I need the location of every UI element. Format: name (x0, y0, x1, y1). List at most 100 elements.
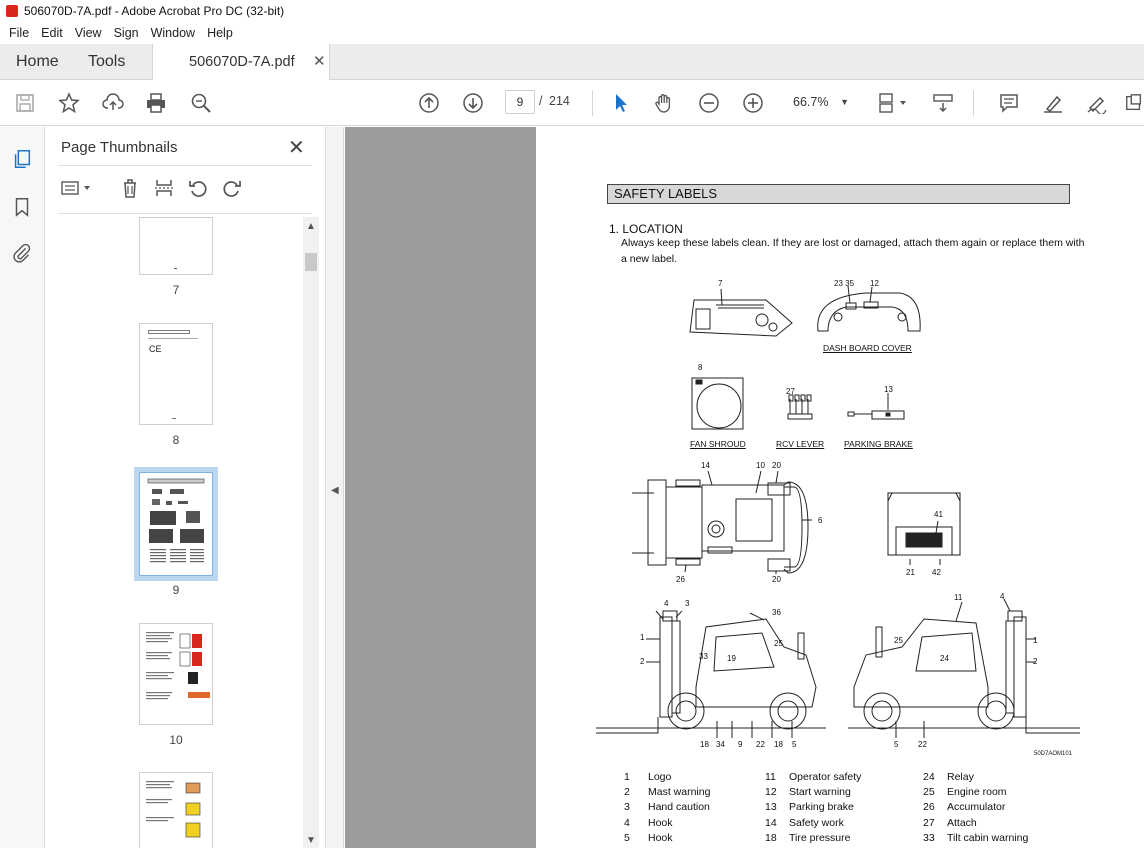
figure-code: 50D7AOM101 (1034, 751, 1073, 757)
legend-row: 2 Mast warning (624, 786, 711, 799)
thumbnail-label: 9 (172, 583, 180, 597)
title-bar: 506070D-7A.pdf - Adobe Acrobat Pro DC (3… (0, 0, 1144, 22)
delete-page-icon[interactable] (118, 175, 142, 201)
options-menu-icon[interactable] (60, 175, 94, 201)
bookmark-icon[interactable] (10, 195, 34, 219)
diagram-label: RCV LEVER (776, 439, 825, 449)
close-panel-icon[interactable]: ✕ (288, 135, 305, 160)
scroll-down-icon[interactable]: ▼ (306, 835, 316, 846)
callout-number: 9 (738, 740, 743, 749)
more-tools-icon[interactable] (1124, 90, 1144, 116)
callout-number: 36 (772, 608, 781, 617)
rotate-clockwise-icon[interactable] (220, 175, 244, 201)
legend-column: 1 Logo 2 Mast warning 3 Hand caution 4 Hook … (622, 771, 710, 847)
page-separator: / (539, 94, 543, 108)
callout-number: 11 (954, 593, 963, 602)
callout-number: 5 (792, 740, 797, 749)
callout-number: 2 (1033, 657, 1038, 666)
menu-help[interactable]: Help (202, 26, 238, 40)
thumbnail-page[interactable] (139, 623, 213, 725)
menu-view[interactable]: View (70, 26, 107, 40)
menu-file[interactable]: File (4, 26, 34, 40)
highlight-pen-icon[interactable] (1040, 90, 1066, 116)
main-toolbar: 9 / 214 66.7% ▼ (0, 80, 1144, 126)
callout-number: 41 (934, 510, 943, 519)
thumbnail-page-selected[interactable] (134, 467, 218, 581)
comment-icon[interactable] (996, 90, 1022, 116)
tab-document[interactable]: 506070D-7A.pdf ✕ (152, 44, 330, 81)
menu-sign[interactable]: Sign (109, 26, 144, 40)
callout-number: 33 (699, 652, 708, 661)
attachment-paperclip-icon[interactable] (10, 241, 34, 265)
thumbnail-list: 7 CE 8 9 10 (46, 217, 308, 848)
page-fit-icon[interactable] (874, 90, 912, 116)
zoom-out-icon[interactable] (696, 90, 722, 116)
select-cursor-icon[interactable] (608, 90, 634, 116)
legend-row: 25 Engine room (923, 786, 1007, 799)
zoom-in-icon[interactable] (740, 90, 766, 116)
tab-document-label: 506070D-7A.pdf (189, 54, 295, 70)
legend-row: 5 Hook (624, 831, 673, 844)
thumbnail-page[interactable] (139, 217, 213, 275)
callout-number: 42 (932, 568, 941, 577)
callout-number: 1 (640, 633, 645, 642)
callout-number: 12 (870, 279, 879, 288)
acrobat-logo-icon (6, 5, 18, 17)
upload-cloud-icon[interactable] (100, 90, 126, 116)
scrollbar-thumb[interactable] (305, 253, 317, 271)
zoom-search-icon[interactable] (188, 90, 214, 116)
document-viewer[interactable]: SAFETY LABELS 1. LOCATION Always keep th… (345, 127, 1144, 848)
pdf-page: SAFETY LABELS 1. LOCATION Always keep th… (536, 127, 1144, 848)
rotate-counterclockwise-icon[interactable] (186, 175, 210, 201)
chevron-down-icon: ▼ (840, 97, 849, 107)
toolbar-divider (592, 90, 593, 116)
menu-window[interactable]: Window (146, 26, 200, 40)
callout-number: 34 (716, 740, 725, 749)
page-thumbnails-icon[interactable] (10, 147, 34, 171)
scroll-mode-icon[interactable] (930, 90, 956, 116)
callout-number: 2 (640, 657, 645, 666)
thumbnail-page[interactable] (139, 772, 213, 848)
legend-row: 13 Parking brake (765, 801, 854, 814)
callout-number: 23 35 (834, 279, 855, 288)
callout-number: 22 (918, 740, 927, 749)
next-page-icon[interactable] (460, 90, 486, 116)
hand-tool-icon[interactable] (651, 90, 677, 116)
callout-number: 4 (664, 599, 669, 608)
diagram-label: FAN SHROUD (690, 439, 746, 449)
legend-row: 24 Relay (923, 771, 974, 783)
thumbnail-scrollbar[interactable]: ▲ ▼ (303, 217, 319, 848)
close-tab-icon[interactable]: ✕ (313, 52, 326, 70)
legend-column: 24 Relay 25 Engine room 26 Accumulator 27 At… (921, 771, 1028, 847)
callout-number: 22 (756, 740, 765, 749)
legend-row: 14 Safety work (765, 816, 844, 829)
callout-number: 24 (940, 654, 949, 663)
zoom-level-dropdown[interactable]: 66.7% ▼ (783, 90, 855, 114)
scroll-up-icon[interactable]: ▲ (306, 221, 316, 232)
callout-number: 20 (772, 575, 781, 584)
callout-number: 18 (774, 740, 783, 749)
panel-collapse-handle[interactable]: ◀ (326, 127, 344, 848)
legend-column: 11 Operator safety 12 Start warning 13 Park… (763, 771, 861, 847)
thumbnail-page[interactable]: CE (139, 323, 213, 425)
legend-row: 1 Logo (624, 771, 672, 783)
toolbar-divider (973, 90, 974, 116)
collapse-left-icon[interactable]: ◀ (331, 485, 339, 496)
tab-tools[interactable]: Tools (88, 53, 125, 71)
insert-page-icon[interactable] (152, 175, 176, 201)
window-title: 506070D-7A.pdf - Adobe Acrobat Pro DC (3… (24, 4, 285, 18)
tab-home[interactable]: Home (16, 53, 59, 71)
sign-pen-icon[interactable] (1084, 90, 1110, 116)
callout-number: 3 (685, 599, 690, 608)
legend-row: 33 Tilt cabin warning (923, 831, 1029, 844)
panel-divider (58, 213, 312, 214)
callout-number: 1 (1033, 636, 1038, 645)
menu-edit[interactable]: Edit (36, 26, 68, 40)
callout-number: 7 (718, 279, 723, 288)
previous-page-icon[interactable] (416, 90, 442, 116)
save-icon[interactable] (12, 90, 38, 116)
total-pages: 214 (549, 94, 570, 108)
print-icon[interactable] (143, 90, 169, 116)
current-page-input[interactable]: 9 (505, 90, 535, 114)
bookmark-star-icon[interactable] (56, 90, 82, 116)
